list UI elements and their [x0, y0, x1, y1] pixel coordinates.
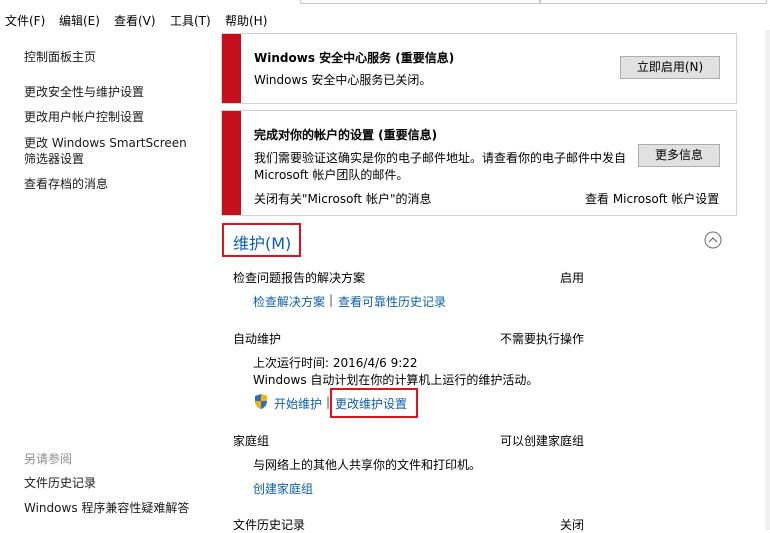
sidebar-link-archived-messages[interactable]: 查看存档的消息	[24, 175, 108, 192]
menu-help[interactable]: 帮助(H)	[225, 12, 267, 29]
change-maintenance-settings-link[interactable]: 更改维护设置	[335, 395, 407, 412]
menu-view[interactable]: 查看(V)	[114, 12, 156, 29]
reliability-history-link[interactable]: 查看可靠性历史记录	[338, 293, 446, 310]
homegroup-description: 与网络上的其他人共享你的文件和打印机。	[253, 458, 482, 472]
alert-text-line1: 我们需要验证这确实是你的电子邮件地址。请查看你的电子邮件中发自	[254, 151, 627, 165]
homegroup-status: 可以创建家庭组	[500, 434, 585, 448]
alert-account-setup: 完成对你的帐户的设置 (重要信息) 我们需要验证这确实是你的电子邮件地址。请查看…	[221, 110, 737, 216]
auto-maintenance-description: Windows 自动计划在你的计算机上运行的维护活动。	[253, 373, 539, 387]
uac-shield-icon	[253, 393, 269, 410]
alert-red-bar	[222, 34, 241, 103]
search-box-edge[interactable]	[540, 0, 767, 4]
alert-title: Windows 安全中心服务 (重要信息)	[254, 51, 455, 65]
sidebar-link-change-security-settings[interactable]: 更改安全性与维护设置	[24, 83, 144, 100]
menu-tools[interactable]: 工具(T)	[170, 12, 211, 29]
alert-text: Windows 安全中心服务已关闭。	[254, 73, 432, 87]
alert-red-bar	[222, 111, 241, 215]
collapse-chevron-icon[interactable]	[704, 231, 722, 249]
problem-report-status: 启用	[560, 271, 585, 285]
sidebar-link-change-uac-settings[interactable]: 更改用户帐户控制设置	[24, 108, 144, 125]
menu-bar: 文件(F) 编辑(E) 查看(V) 工具(T) 帮助(H)	[0, 8, 770, 30]
last-run-time: 上次运行时间: 2016/4/6 9:22	[253, 356, 418, 370]
sidebar-link-smartscreen-line2[interactable]: 筛选器设置	[24, 150, 84, 167]
homegroup-label: 家庭组	[233, 434, 270, 448]
check-solutions-link[interactable]: 检查解决方案	[253, 293, 325, 310]
start-maintenance-link[interactable]: 开始维护	[274, 395, 322, 412]
maintenance-heading[interactable]: 维护(M)	[233, 230, 291, 254]
link-separator: |	[329, 293, 334, 307]
auto-maintenance-label: 自动维护	[233, 332, 282, 346]
see-also-file-history[interactable]: 文件历史记录	[24, 474, 96, 491]
auto-maintenance-status: 不需要执行操作	[500, 332, 585, 346]
enable-now-button[interactable]: 立即启用(N)	[620, 56, 720, 79]
sidebar-link-control-panel-home[interactable]: 控制面板主页	[24, 48, 96, 65]
menu-file[interactable]: 文件(F)	[5, 12, 45, 29]
alert-security-center: Windows 安全中心服务 (重要信息) Windows 安全中心服务已关闭。…	[221, 33, 737, 104]
file-history-status: 关闭	[560, 518, 585, 532]
vertical-scrollbar[interactable]	[765, 30, 770, 530]
more-info-button[interactable]: 更多信息	[638, 144, 720, 167]
alert-title: 完成对你的帐户的设置 (重要信息)	[254, 128, 438, 142]
top-strip	[0, 0, 770, 4]
problem-report-label: 检查问题报告的解决方案	[233, 271, 366, 285]
view-account-settings-link[interactable]: 查看 Microsoft 帐户设置	[585, 191, 719, 208]
sidebar-link-smartscreen-line1[interactable]: 更改 Windows SmartScreen	[24, 134, 187, 151]
see-also-heading: 另请参阅	[24, 452, 73, 466]
dismiss-account-message-link[interactable]: 关闭有关"Microsoft 帐户"的消息	[254, 191, 431, 208]
menu-edit[interactable]: 编辑(E)	[59, 12, 100, 29]
alert-text-line2: Microsoft 帐户团队的邮件。	[254, 168, 409, 182]
file-history-label: 文件历史记录	[233, 518, 306, 532]
create-homegroup-link[interactable]: 创建家庭组	[253, 480, 313, 497]
address-bar-edge[interactable]	[300, 0, 540, 4]
see-also-compat-troubleshooter[interactable]: Windows 程序兼容性疑难解答	[24, 499, 189, 516]
